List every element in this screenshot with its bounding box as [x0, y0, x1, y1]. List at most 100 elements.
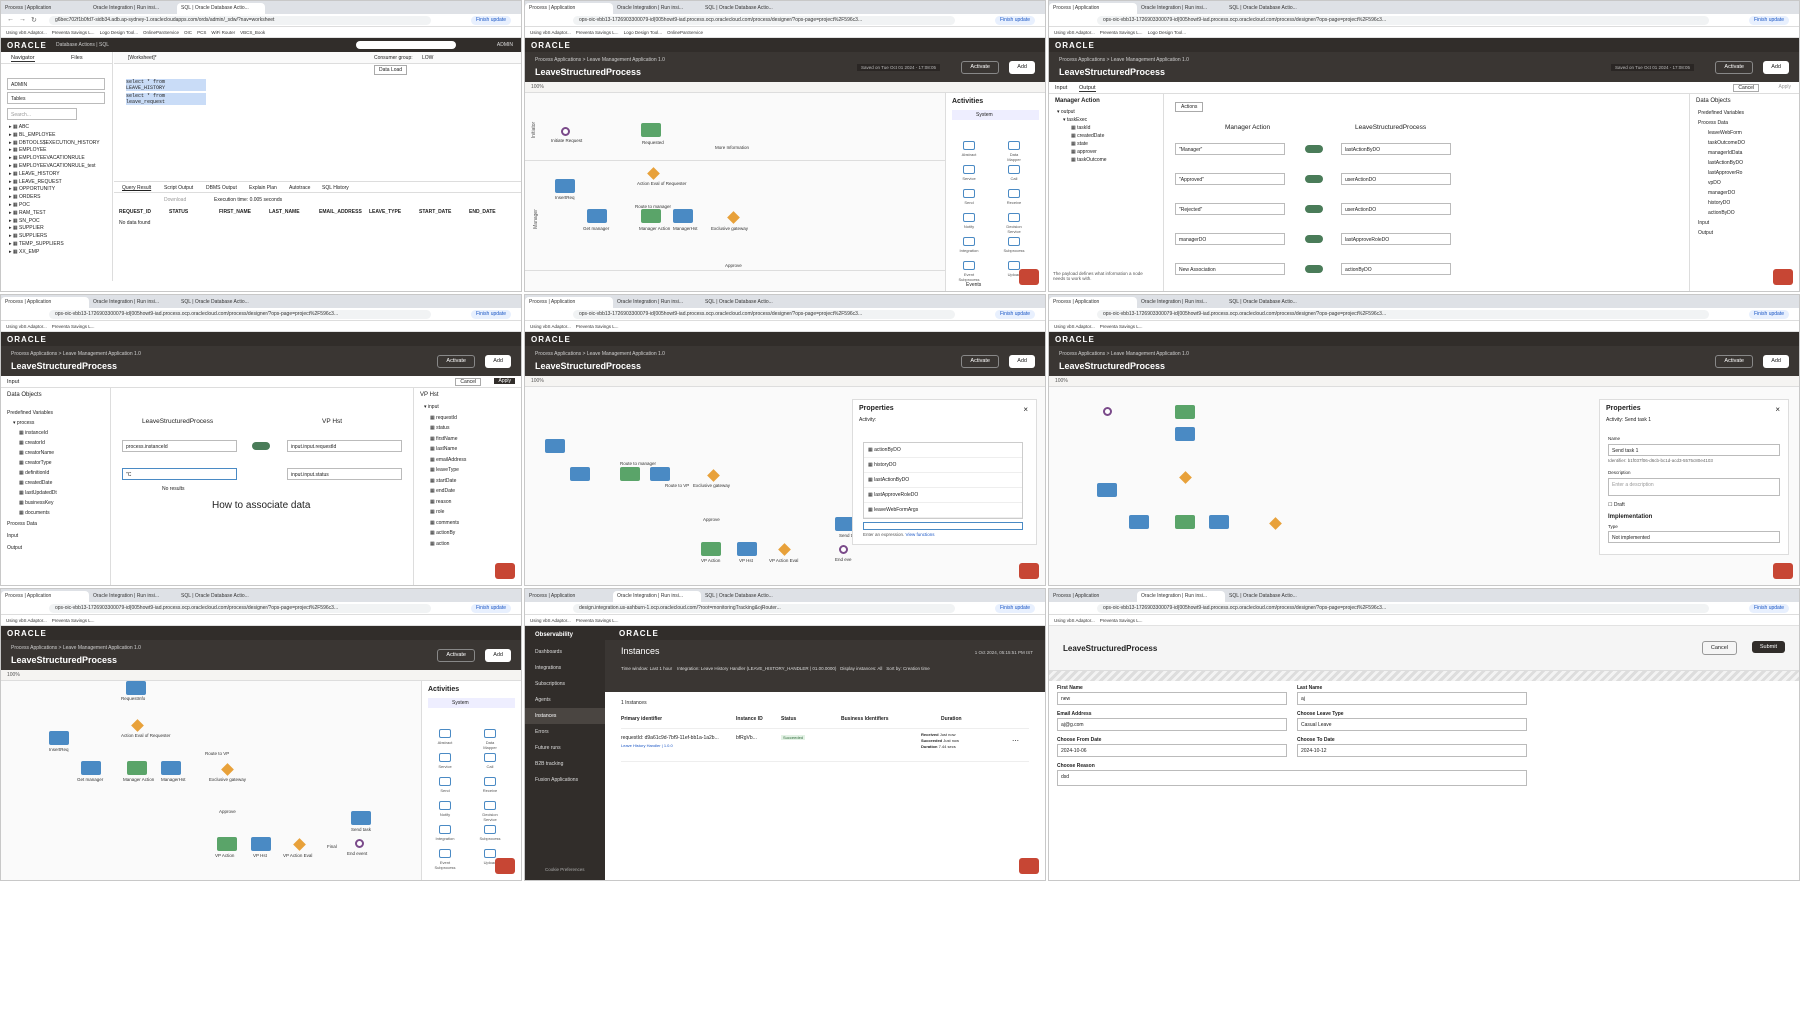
close-icon[interactable]: ×: [1775, 405, 1780, 414]
expression-input[interactable]: [863, 522, 1023, 530]
browser-tab[interactable]: SQL | Oracle Database Actio...: [701, 591, 789, 602]
tree-item[interactable]: ▦ createdDate: [13, 478, 110, 488]
tab-dbms-output[interactable]: DBMS Output: [206, 185, 237, 191]
palette-item[interactable]: Notify: [958, 213, 980, 233]
column-header[interactable]: LEAVE_TYPE: [369, 209, 419, 215]
browser-tab[interactable]: Oracle Integration | Run insi...: [613, 297, 701, 308]
chat-icon[interactable]: [1019, 563, 1039, 579]
palette-item[interactable]: Send: [434, 777, 456, 797]
vp-action-eval-gateway[interactable]: [778, 543, 791, 556]
palette-item[interactable]: Notify: [434, 801, 456, 821]
browser-tab[interactable]: Process | Application: [1049, 591, 1137, 602]
finish-update-button[interactable]: Finish update: [470, 604, 511, 613]
tab-files[interactable]: Files: [71, 55, 83, 61]
mapping-target-field[interactable]: lastActionByDO: [1341, 143, 1451, 155]
data-object-item[interactable]: managerDO: [1698, 188, 1799, 198]
bookmark[interactable]: Using vbS Adaptor...: [530, 321, 571, 331]
table-list-item[interactable]: ▸ ▦ SN_POC: [9, 218, 113, 226]
add-button[interactable]: Add: [1009, 61, 1035, 74]
browser-tab[interactable]: Oracle Integration | Run insi...: [89, 3, 177, 14]
column-header[interactable]: FIRST_NAME: [219, 209, 269, 215]
mapping-source-field[interactable]: "Approved": [1175, 173, 1285, 185]
process-data[interactable]: Process Data: [1, 518, 110, 530]
forward-icon[interactable]: →: [19, 16, 26, 23]
palette-section-system[interactable]: System: [952, 110, 1039, 120]
tree-item[interactable]: ▦ creatorId: [13, 438, 110, 448]
events-section[interactable]: Events: [966, 282, 981, 288]
tree-item[interactable]: ▦ endDate: [424, 486, 521, 497]
mapping-source-field[interactable]: process.instanceId: [122, 440, 237, 452]
table-list-item[interactable]: ▸ ▦ ORDERS: [9, 194, 113, 202]
tab-autotrace[interactable]: Autotrace: [289, 185, 310, 191]
url-input[interactable]: ops-oic-vbb13-1726903300079-id{005howt9-…: [1097, 16, 1709, 25]
vp-action-task[interactable]: [217, 837, 237, 851]
sidebar-item[interactable]: Instances: [525, 708, 605, 724]
back-icon[interactable]: ←: [7, 16, 14, 23]
sidebar-item[interactable]: B2B tracking: [525, 756, 605, 772]
palette-item[interactable]: Receive: [479, 777, 501, 797]
requested-task[interactable]: [1175, 405, 1195, 419]
browser-tab[interactable]: Process | Application: [525, 3, 613, 14]
table-list-item[interactable]: ▸ ▦ LEAVE_HISTORY: [9, 171, 113, 179]
sidebar-item[interactable]: Dashboards: [525, 644, 605, 660]
manager-hst-task[interactable]: [161, 761, 181, 775]
tree-item[interactable]: ▦ instanceId: [13, 428, 110, 438]
palette-item[interactable]: Integration: [434, 825, 456, 845]
tree-item[interactable]: ▦ approver: [1057, 148, 1163, 156]
form-input[interactable]: Casual Leave: [1297, 718, 1527, 731]
object-type-select[interactable]: Tables: [7, 92, 105, 104]
palette-item[interactable]: Abstract: [434, 729, 456, 749]
mapping-target-field[interactable]: userActionDO: [1341, 203, 1451, 215]
browser-tab[interactable]: SQL | Oracle Database Actio...: [1225, 3, 1313, 14]
tree-item[interactable]: ▦ emailAddress: [424, 455, 521, 466]
browser-tab[interactable]: Process | Application: [1, 591, 89, 602]
data-object-item[interactable]: taskOutcomeDO: [1698, 138, 1799, 148]
browser-tab[interactable]: Oracle Integration | Run insi...: [89, 297, 177, 308]
bookmark[interactable]: Using vbS Adaptor...: [530, 27, 571, 37]
sidebar-item[interactable]: Errors: [525, 724, 605, 740]
browser-tab[interactable]: SQL | Oracle Database Actio...: [701, 3, 789, 14]
bookmark[interactable]: Preventa Savings L...: [1100, 615, 1143, 625]
manager-action-task[interactable]: [127, 761, 147, 775]
tree-item[interactable]: ▦ requestId: [424, 413, 521, 424]
browser-tab[interactable]: Oracle Integration | Run insi...: [613, 591, 701, 602]
bookmark[interactable]: Using vbS Adaptor...: [1054, 321, 1095, 331]
vp-action-eval-gateway[interactable]: [293, 838, 306, 851]
bookmark[interactable]: OnlinePanService: [667, 27, 703, 37]
breadcrumb[interactable]: Process Applications > Leave Management …: [535, 351, 665, 357]
table-list-item[interactable]: ▸ ▦ OPPORTUNITY: [9, 186, 113, 194]
mapping-target-field[interactable]: lastApproveRoleDO: [1341, 233, 1451, 245]
data-object-item[interactable]: Predefined Variables: [1698, 108, 1799, 118]
bookmark[interactable]: Preventa Savings L...: [52, 27, 95, 37]
filter-bar[interactable]: Time window: Last 1 hour Integration: Le…: [621, 666, 930, 671]
type-select[interactable]: Not implemented: [1608, 531, 1780, 543]
sidebar-item[interactable]: Integrations: [525, 660, 605, 676]
bookmark[interactable]: Preventa Savings L...: [576, 27, 619, 37]
action-eval-gateway[interactable]: [131, 719, 144, 732]
bookmark[interactable]: Preventa Savings L...: [576, 615, 619, 625]
table-list-item[interactable]: ▸ ▦ LEAVE_REQUEST: [9, 179, 113, 187]
palette-item[interactable]: Decision Service: [1003, 213, 1025, 234]
schema-select[interactable]: ADMIN: [7, 78, 105, 90]
reload-icon[interactable]: ↻: [31, 16, 37, 24]
data-object-item[interactable]: Process Data: [1698, 118, 1799, 128]
browser-tab[interactable]: SQL | Oracle Database Actio...: [1225, 297, 1313, 308]
tree-item[interactable]: ▦ businessKey: [13, 498, 110, 508]
process-task[interactable]: [620, 467, 640, 481]
tree-item[interactable]: ▦ lastName: [424, 444, 521, 455]
download-button[interactable]: Download: [164, 197, 186, 203]
data-object-item[interactable]: vpDO: [1698, 178, 1799, 188]
url-input[interactable]: g6bec702f1b0fd7-sidb34.adb.ap-sydney-1.o…: [49, 16, 431, 25]
bookmark[interactable]: Preventa Savings L...: [1100, 27, 1143, 37]
data-object-item[interactable]: lastApproverRo: [1698, 168, 1799, 178]
url-input[interactable]: design.integration.us-ashburn-1.ocp.orac…: [573, 604, 955, 613]
search-input[interactable]: Search...: [7, 108, 77, 120]
sql-editor[interactable]: select * from LEAVE_HISTORY select * fro…: [126, 79, 426, 179]
activate-button[interactable]: Activate: [1715, 355, 1753, 368]
column-header[interactable]: START_DATE: [419, 209, 469, 215]
cookie-preferences-link[interactable]: Cookie Preferences: [545, 867, 585, 872]
table-list-item[interactable]: ▸ ▦ TEMP_SUPPLIERS: [9, 241, 113, 249]
primary-identifier[interactable]: requestId: d9a61c9d-7bf9-11ef-bb1a-1a2b.…: [621, 735, 719, 741]
vp-hst-task[interactable]: [251, 837, 271, 851]
form-input[interactable]: new: [1057, 692, 1287, 705]
